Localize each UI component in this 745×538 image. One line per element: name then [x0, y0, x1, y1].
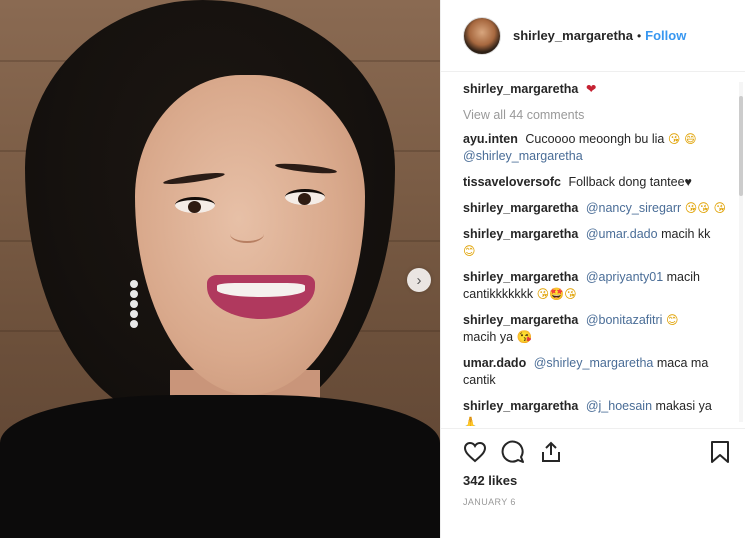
- comment-text: macih kk: [661, 227, 711, 241]
- comment-text: makasi ya: [655, 399, 712, 413]
- comment-mention[interactable]: @nancy_siregarr: [586, 201, 681, 215]
- comment-emoji: 🙏: [463, 416, 478, 426]
- comment-item: umar.dado @shirley_margaretha maca ma ca…: [463, 355, 728, 389]
- comment-item: shirley_margaretha @apriyanty01 macih ca…: [463, 269, 728, 303]
- comment-username[interactable]: shirley_margaretha: [463, 313, 578, 327]
- comments-list: shirley_margaretha ❤ View all 44 comment…: [463, 80, 728, 426]
- chevron-right-icon: ›: [416, 271, 422, 289]
- comment-username[interactable]: shirley_margaretha: [463, 399, 578, 413]
- comment-text: macih ya 😘: [463, 330, 533, 344]
- comment-username[interactable]: umar.dado: [463, 356, 526, 370]
- likes-count[interactable]: 342 likes: [463, 473, 517, 488]
- bookmark-icon: [711, 441, 729, 463]
- like-button[interactable]: [461, 438, 489, 466]
- follow-button[interactable]: Follow: [645, 28, 686, 43]
- caption: shirley_margaretha ❤: [463, 80, 728, 98]
- post-header: shirley_margaretha • Follow: [441, 0, 745, 72]
- comment-text: Follback dong tantee: [568, 175, 685, 189]
- comment-item: shirley_margaretha @umar.dado macih kk 😊: [463, 226, 728, 260]
- comment-mention[interactable]: @shirley_margaretha: [534, 356, 654, 370]
- comment-mention[interactable]: @umar.dado: [586, 227, 658, 241]
- comment-emoji: 😘 😄: [667, 132, 697, 146]
- comment-mention[interactable]: @apriyanty01: [586, 270, 663, 284]
- avatar[interactable]: [463, 16, 501, 55]
- comment-item: shirley_margaretha @j_hoesain makasi ya …: [463, 398, 728, 426]
- post-sidebar: shirley_margaretha • Follow shirley_marg…: [440, 0, 745, 538]
- heart-emoji: ❤: [585, 81, 597, 96]
- comment-mention[interactable]: @shirley_margaretha: [463, 149, 583, 163]
- comment-emoji: 😘🤩😘: [536, 287, 577, 301]
- comment-item: tissaveloversofc Follback dong tantee♥: [463, 174, 728, 191]
- view-all-comments-link[interactable]: View all 44 comments: [463, 108, 728, 122]
- share-icon: [542, 441, 560, 462]
- header-username[interactable]: shirley_margaretha: [513, 28, 633, 43]
- comment-item: shirley_margaretha @bonitazafitri 😊 maci…: [463, 312, 728, 346]
- photo-shirt: [0, 395, 440, 538]
- comment-emoji: ♥: [684, 175, 692, 189]
- comments-scrollbar-thumb[interactable]: [739, 96, 743, 196]
- comment-emoji: 😊: [463, 244, 476, 258]
- comment-mention[interactable]: @j_hoesain: [586, 399, 652, 413]
- comment-text: Cucoooo meoongh bu lia: [525, 132, 665, 146]
- comment-mention[interactable]: @bonitazafitri: [586, 313, 663, 327]
- header-separator: •: [636, 28, 642, 43]
- caption-username[interactable]: shirley_margaretha: [463, 82, 578, 96]
- post-date[interactable]: JANUARY 6: [463, 497, 516, 507]
- comment-username[interactable]: shirley_margaretha: [463, 201, 578, 215]
- comment-button[interactable]: [499, 438, 527, 466]
- comment-username[interactable]: shirley_margaretha: [463, 270, 578, 284]
- earring: [130, 280, 140, 340]
- instagram-post: › shirley_margaretha • Follow shirley_ma…: [0, 0, 745, 538]
- comment-username[interactable]: ayu.inten: [463, 132, 518, 146]
- comment-item: shirley_margaretha @nancy_siregarr 😘😘 😘: [463, 200, 728, 217]
- comment-item: ayu.inten Cucoooo meoongh bu lia 😘 😄 @sh…: [463, 131, 728, 165]
- comment-icon: [501, 440, 524, 463]
- comment-emoji: 😊: [665, 313, 679, 327]
- comment-username[interactable]: shirley_margaretha: [463, 227, 578, 241]
- comment-username[interactable]: tissaveloversofc: [463, 175, 561, 189]
- post-actions: 342 likes JANUARY 6: [441, 428, 745, 538]
- comment-emoji: 😘😘 😘: [684, 201, 727, 215]
- next-photo-button[interactable]: ›: [407, 268, 431, 292]
- save-button[interactable]: [706, 438, 734, 466]
- post-photo[interactable]: ›: [0, 0, 440, 538]
- share-button[interactable]: [537, 438, 565, 466]
- heart-icon: [463, 441, 487, 463]
